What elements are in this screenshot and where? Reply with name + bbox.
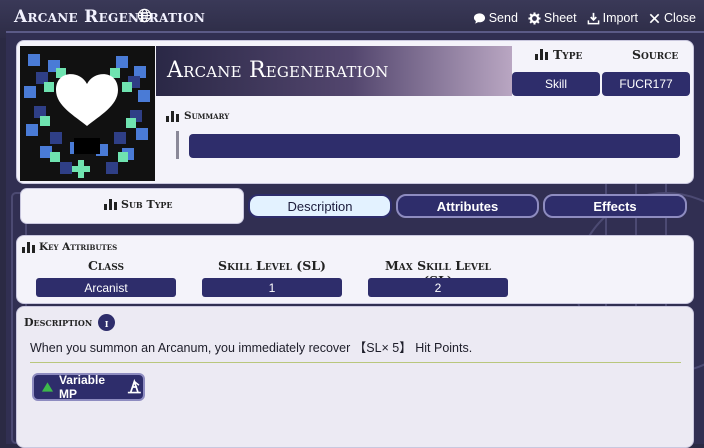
chart-icon xyxy=(104,199,117,210)
source-label: Source xyxy=(632,47,679,62)
skill-portrait-image xyxy=(20,46,155,181)
chat-icon xyxy=(473,12,485,24)
send-button[interactable]: Send xyxy=(473,11,518,25)
tab-attributes[interactable]: Attributes xyxy=(396,194,539,218)
variable-mp-label: Variable MP xyxy=(58,373,105,401)
key-attributes-label: Key Attributes xyxy=(39,241,118,253)
item-name-banner: Arcane Regeneration xyxy=(156,46,512,96)
summary-divider xyxy=(176,131,179,159)
tab-effects[interactable]: Effects xyxy=(543,194,687,218)
import-label: Import xyxy=(602,11,639,25)
tab-description[interactable]: Description xyxy=(248,194,392,218)
source-field[interactable]: FUCR177 xyxy=(602,72,690,96)
chart-icon xyxy=(22,241,35,253)
gear-icon xyxy=(528,11,541,25)
window-title: Arcane Regeneration xyxy=(14,7,206,27)
summary-input[interactable] xyxy=(189,134,680,158)
sheet-label: Sheet xyxy=(543,11,577,25)
sheet-button[interactable]: Sheet xyxy=(528,11,577,25)
summary-header: Summary xyxy=(166,110,229,122)
subtype-label: Sub Type xyxy=(121,198,173,211)
skill-level-header: Skill Level (SL) xyxy=(218,258,326,273)
chart-icon xyxy=(166,110,179,122)
chart-icon xyxy=(535,49,548,60)
description-text[interactable]: When you summon an Arcanum, you immediat… xyxy=(30,337,472,356)
close-button[interactable]: Close xyxy=(648,11,696,25)
summary-label: Summary xyxy=(184,110,230,122)
type-field[interactable]: Skill xyxy=(512,72,600,96)
info-icon[interactable]: i xyxy=(98,314,116,331)
close-icon xyxy=(649,13,660,23)
download-icon xyxy=(587,12,599,24)
wizard-hat-icon xyxy=(128,379,142,394)
description-label: Description xyxy=(24,316,93,329)
variable-mp-button[interactable]: Variable MP xyxy=(32,373,145,401)
skill-level-field[interactable]: 1 xyxy=(202,278,342,297)
import-button[interactable]: Import xyxy=(587,11,638,25)
class-header: Class xyxy=(87,258,125,273)
description-divider xyxy=(30,362,681,363)
description-header: Description i xyxy=(24,314,116,331)
type-label: Type xyxy=(553,47,583,62)
triangle-up-icon xyxy=(41,382,54,392)
max-skill-level-field[interactable]: 2 xyxy=(368,278,508,297)
item-name: Arcane Regeneration xyxy=(167,58,389,83)
type-header: Type xyxy=(535,47,582,62)
globe-icon[interactable] xyxy=(137,8,152,23)
subtype-header: Sub Type xyxy=(104,198,173,211)
source-header: Source xyxy=(632,47,678,62)
key-attributes-header: Key Attributes xyxy=(22,241,117,253)
close-label: Close xyxy=(664,11,696,25)
send-label: Send xyxy=(488,11,518,25)
class-field[interactable]: Arcanist xyxy=(36,278,176,297)
